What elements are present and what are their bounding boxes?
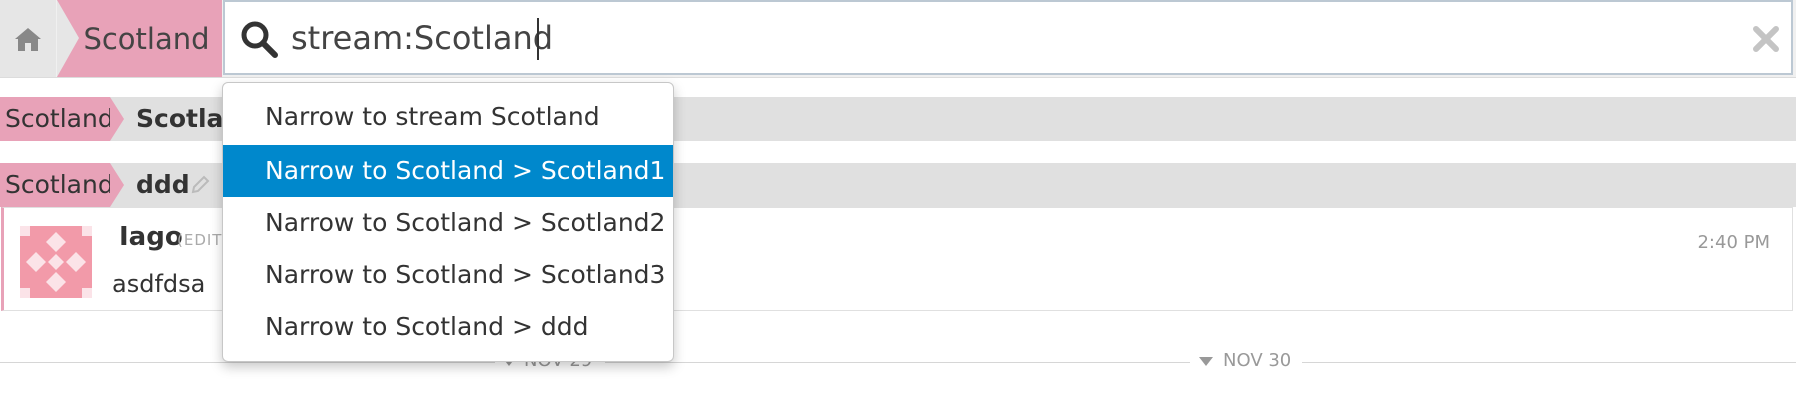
suggestion-item-active[interactable]: Narrow to Scotland > Scotland1 (223, 145, 673, 197)
suggestion-item[interactable]: Narrow to Scotland > Scotland2 (223, 197, 673, 249)
suggestion-item[interactable]: Narrow to stream Scotland (223, 91, 673, 143)
suggestion-item[interactable]: Narrow to Scotland > ddd (223, 301, 673, 353)
avatar[interactable] (20, 226, 92, 298)
search-box (223, 0, 1793, 75)
divider (605, 362, 1190, 363)
close-icon[interactable] (1749, 22, 1783, 56)
recipient-stream[interactable]: Scotland (0, 163, 124, 207)
home-button[interactable] (0, 0, 56, 77)
divider (1302, 362, 1796, 363)
text-cursor (537, 18, 539, 60)
chevron-down-icon (1199, 357, 1213, 366)
search-input[interactable] (291, 12, 1691, 64)
date-label: NOV 30 (1223, 350, 1292, 371)
divider (0, 362, 495, 363)
sender-name[interactable]: Iago (119, 222, 183, 252)
top-navbar: Scotland (0, 0, 1796, 78)
search-suggestions-dropdown: Narrow to stream Scotland Narrow to Scot… (222, 82, 674, 362)
message-time[interactable]: 2:40 PM (1697, 232, 1770, 253)
pencil-icon[interactable] (190, 175, 210, 195)
home-icon (15, 27, 41, 51)
stream-breadcrumb[interactable]: Scotland (57, 0, 222, 77)
message-content: asdfdsa (112, 270, 206, 298)
recipient-topic[interactable]: ddd (136, 163, 190, 207)
suggestion-item[interactable]: Narrow to Scotland > Scotland3 (223, 249, 673, 301)
recipient-stream[interactable]: Scotland (0, 97, 124, 141)
search-icon (241, 21, 278, 58)
